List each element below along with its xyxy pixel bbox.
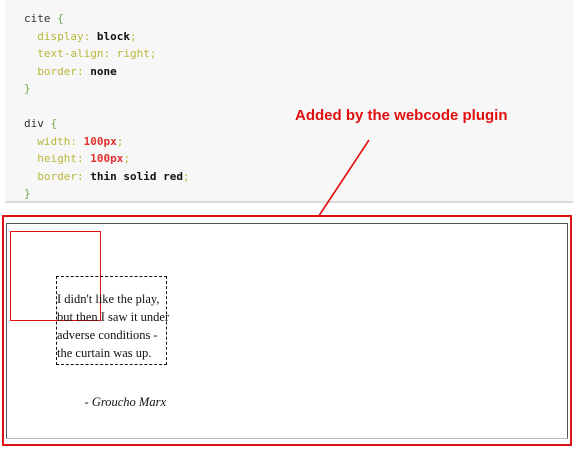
code-line: display: block;: [24, 28, 190, 46]
code-line: text-align: right;: [24, 45, 190, 63]
code-token: div: [24, 117, 51, 130]
annotation-label: Added by the webcode plugin: [295, 107, 508, 124]
code-token: border: [24, 64, 77, 78]
code-token: cite: [24, 12, 58, 25]
code-line: }: [24, 80, 190, 98]
code-token: display: [24, 29, 84, 43]
code-token: ;: [149, 47, 157, 60]
code-line: border: none: [24, 63, 190, 81]
code-token: {: [50, 117, 58, 130]
code-token: ;: [182, 169, 190, 183]
code-token: text-align: [24, 47, 104, 60]
code-token: {: [57, 12, 64, 25]
code-token: none: [90, 64, 117, 78]
code-token: :: [83, 29, 97, 43]
code-line: cite {: [24, 10, 190, 28]
code-block: cite { display: block; text-align: right…: [5, 0, 573, 203]
code-token: ;: [123, 152, 130, 165]
code-token: :: [76, 64, 91, 78]
code-token: :: [76, 169, 91, 183]
code-token: :: [76, 152, 91, 165]
code-line: }: [24, 185, 190, 203]
code-token: height: [24, 152, 77, 165]
code-token: border: [24, 169, 77, 183]
code-line: height: 100px;: [24, 150, 190, 168]
code-token: :: [70, 134, 84, 148]
code-token: 100px: [90, 152, 124, 165]
code-lines: cite { display: block; text-align: right…: [24, 10, 190, 203]
code-token: ;: [116, 134, 124, 148]
code-token: :: [103, 47, 117, 60]
code-token: block: [96, 29, 130, 43]
cite-text: - Groucho Marx: [84, 395, 166, 409]
code-token: }: [24, 187, 31, 200]
code-token: right: [116, 47, 150, 60]
code-line: border: thin solid red;: [24, 168, 190, 186]
code-token: }: [24, 82, 31, 95]
code-token: 100px: [83, 134, 117, 148]
code-token: thin solid red: [90, 169, 183, 183]
code-line: width: 100px;: [24, 133, 190, 151]
code-line: div {: [24, 115, 190, 133]
code-token: ;: [129, 29, 137, 43]
quote-text: I didn't like the play, but then I saw i…: [57, 292, 170, 360]
code-token: width: [24, 134, 71, 148]
